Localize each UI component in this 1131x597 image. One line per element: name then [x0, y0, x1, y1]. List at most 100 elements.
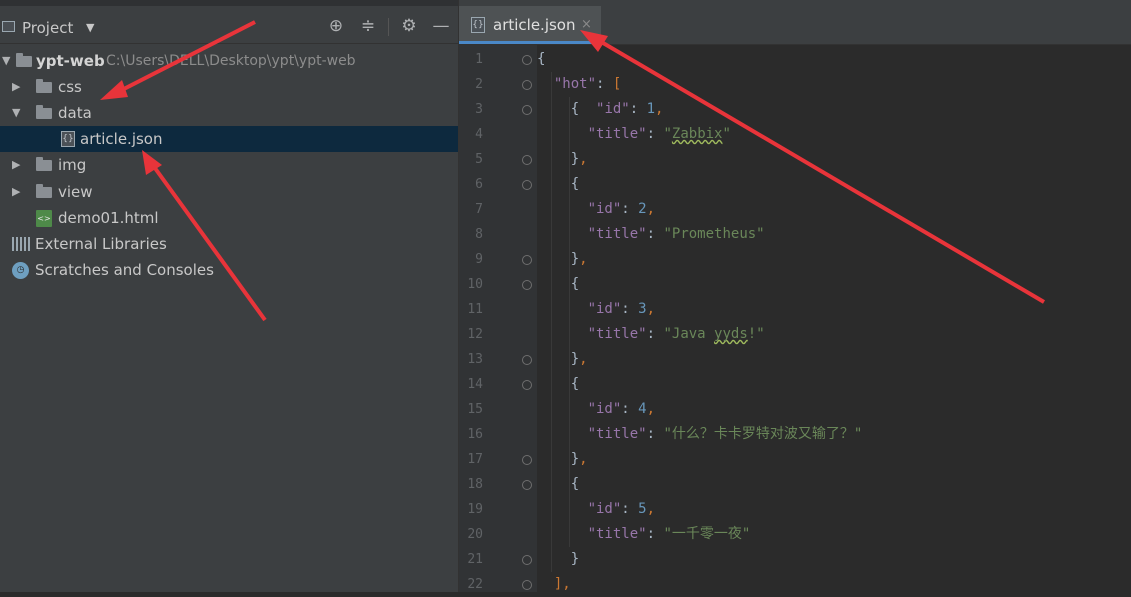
fold-marker-icon[interactable] [522, 555, 532, 565]
tree-item-label: demo01.html [58, 209, 159, 227]
code-line: { [570, 376, 580, 392]
line-number: 19 [467, 502, 483, 517]
tab-label: article.json [493, 16, 576, 34]
code-line: }, [570, 451, 588, 467]
folder-icon [36, 105, 52, 119]
line-number: 5 [475, 152, 483, 167]
libraries-icon [12, 237, 30, 251]
line-number: 7 [475, 202, 483, 217]
code-line: "id": 4, [587, 401, 656, 417]
caret-right-icon[interactable]: ▶ [12, 152, 20, 178]
scratches-icon: ◷ [12, 262, 29, 279]
code-line: { "id": 1, [570, 101, 664, 117]
tree-item-label: article.json [80, 130, 163, 148]
fold-marker-icon[interactable] [522, 55, 532, 65]
line-number: 16 [467, 427, 483, 442]
fold-marker-icon[interactable] [522, 480, 532, 490]
code-line: { [570, 276, 580, 292]
line-number: 15 [467, 402, 483, 417]
code-line: }, [570, 351, 588, 367]
code-area[interactable]: { "hot": [ { "id": 1, "title": "Zabbix" … [537, 45, 1131, 592]
root-folder-path: C:\Users\DELL\Desktop\ypt\ypt-web [106, 53, 356, 69]
tab-article-json[interactable]: {} article.json × [459, 6, 601, 44]
line-number: 13 [467, 352, 483, 367]
code-line: { [537, 51, 546, 67]
tree-item-scratches[interactable]: ◷ Scratches and Consoles [0, 257, 458, 283]
line-number: 6 [475, 177, 483, 192]
fold-marker-icon[interactable] [522, 105, 532, 115]
fold-marker-icon[interactable] [522, 255, 532, 265]
tree-item-label: view [58, 183, 93, 201]
tree-item-label: img [58, 156, 87, 174]
project-dropdown[interactable]: Project [22, 19, 73, 37]
code-line: } [570, 551, 580, 567]
line-number: 18 [467, 477, 483, 492]
folder-icon [36, 157, 52, 171]
editor: {} article.json × 1 2 3 4 5 6 7 8 9 10 11 12 13 14 15 1… [459, 0, 1131, 592]
tree-item-label: css [58, 78, 82, 96]
json-file-icon: {} [471, 17, 485, 33]
fold-marker-icon[interactable] [522, 280, 532, 290]
fold-marker-icon[interactable] [522, 580, 532, 590]
fold-marker-icon[interactable] [522, 355, 532, 365]
code-line: "id": 2, [587, 201, 656, 217]
caret-down-icon[interactable]: ▼ [2, 48, 10, 74]
code-line: "title": "一千零一夜" [587, 526, 751, 542]
line-number: 8 [475, 227, 483, 242]
project-panel-header: Project ▼ ⊕ ≑ ⚙ — [0, 6, 458, 44]
collapse-all-icon[interactable]: ≑ [358, 16, 378, 36]
caret-down-icon[interactable]: ▼ [12, 100, 20, 126]
line-number: 22 [467, 577, 483, 592]
tree-item-label: data [58, 104, 92, 122]
line-number: 20 [467, 527, 483, 542]
fold-marker-icon[interactable] [522, 80, 532, 90]
line-number: 14 [467, 377, 483, 392]
chevron-down-icon[interactable]: ▼ [86, 21, 94, 34]
code-line: "title": "什么？卡卡罗特对波又输了？" [587, 426, 863, 442]
tree-item-img[interactable]: ▶ img [0, 152, 458, 178]
code-line: "id": 5, [587, 501, 656, 517]
line-number: 1 [475, 52, 483, 67]
root-folder-label: ypt-web [36, 52, 105, 70]
tree-item-label: External Libraries [35, 235, 167, 253]
fold-marker-icon[interactable] [522, 455, 532, 465]
caret-right-icon[interactable]: ▶ [12, 74, 20, 100]
project-icon [2, 21, 15, 32]
tree-item-external-libraries[interactable]: External Libraries [0, 231, 458, 257]
tree-item-article-json[interactable]: {} article.json [0, 126, 458, 152]
close-icon[interactable]: × [581, 17, 592, 32]
html-file-icon: <> [36, 210, 52, 227]
code-line: ], [553, 576, 571, 592]
tree-item-label: Scratches and Consoles [35, 261, 214, 279]
code-line: }, [570, 151, 588, 167]
code-line: "id": 3, [587, 301, 656, 317]
caret-right-icon[interactable]: ▶ [12, 179, 20, 205]
code-line: "title": "Java yyds!" [587, 326, 765, 342]
code-line: "title": "Zabbix" [587, 126, 731, 142]
code-line: }, [570, 251, 588, 267]
hide-icon[interactable]: — [431, 16, 451, 36]
tree-item-demo01-html[interactable]: <> demo01.html [0, 205, 458, 231]
header-divider [388, 18, 389, 36]
project-panel: Project ▼ ⊕ ≑ ⚙ — ▼ ypt-web C:\Users\DEL… [0, 0, 459, 592]
line-gutter: 1 2 3 4 5 6 7 8 9 10 11 12 13 14 15 16 17 18 19 20 21 22 [459, 45, 537, 592]
editor-tab-bar: {} article.json × [459, 0, 1131, 45]
tree-item-view[interactable]: ▶ view [0, 179, 458, 205]
fold-marker-icon[interactable] [522, 155, 532, 165]
folder-icon [16, 53, 32, 67]
json-file-icon: {} [61, 131, 75, 147]
code-line: "title": "Prometheus" [587, 226, 765, 242]
gear-icon[interactable]: ⚙ [399, 16, 419, 36]
folder-icon [36, 184, 52, 198]
line-number: 12 [467, 327, 483, 342]
locate-icon[interactable]: ⊕ [326, 16, 346, 36]
line-number: 3 [475, 102, 483, 117]
code-line: { [570, 476, 580, 492]
tree-root-ypt-web[interactable]: ▼ ypt-web C:\Users\DELL\Desktop\ypt\ypt-… [0, 48, 458, 74]
tree-item-data[interactable]: ▼ data [0, 100, 458, 126]
tree-item-css[interactable]: ▶ css [0, 74, 458, 100]
fold-marker-icon[interactable] [522, 380, 532, 390]
code-line: "hot": [ [553, 76, 622, 92]
fold-marker-icon[interactable] [522, 180, 532, 190]
folder-icon [36, 79, 52, 93]
